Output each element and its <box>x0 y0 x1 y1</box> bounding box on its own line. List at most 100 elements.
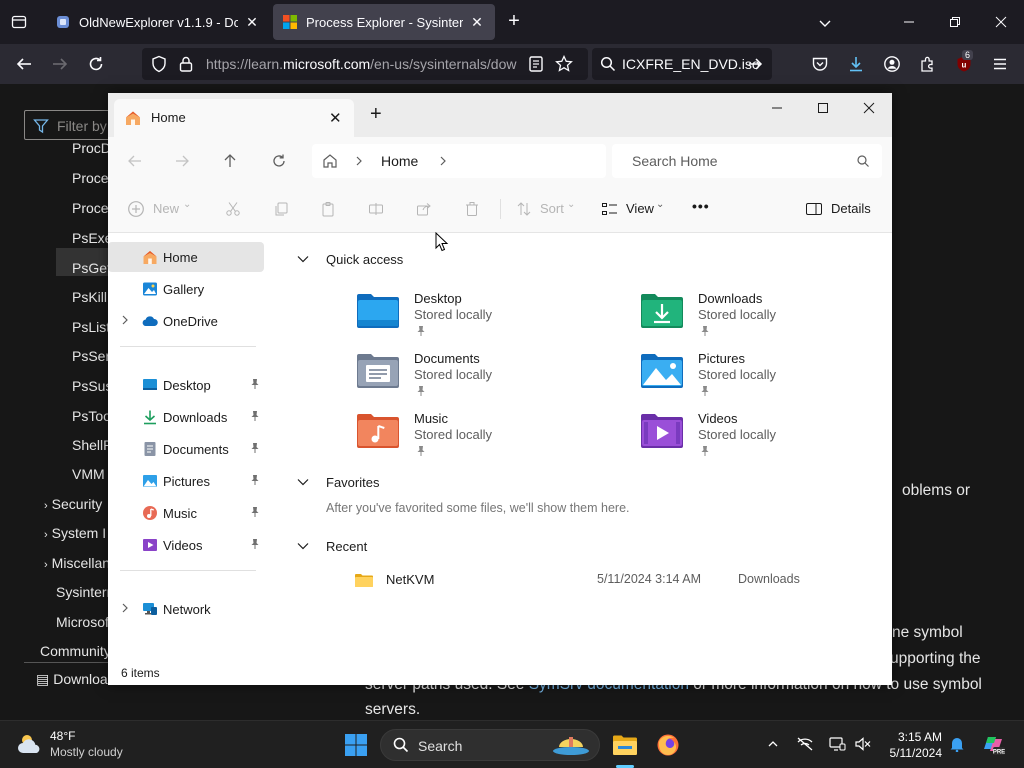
nav-item-network[interactable]: Network <box>108 594 264 624</box>
nav-item-home[interactable]: Home <box>108 242 264 272</box>
back-icon[interactable] <box>12 52 36 76</box>
nav-item-onedrive[interactable]: OneDrive <box>108 306 264 336</box>
chevron-down-icon[interactable] <box>296 539 310 553</box>
quick-access-videos[interactable]: Videos Stored locally <box>640 410 910 466</box>
pin-icon[interactable] <box>250 474 260 486</box>
recent-file-row[interactable]: NetKVM 5/11/2024 3:14 AM Downloads <box>326 570 866 590</box>
toc-group[interactable]: › System I <box>44 525 106 541</box>
notifications-bell-icon[interactable] <box>946 733 968 755</box>
share-icon[interactable] <box>414 199 434 219</box>
close-tab-icon[interactable]: ✕ <box>244 14 260 30</box>
toc-item[interactable]: PsToo <box>72 408 111 424</box>
browser-tab-process-explorer[interactable]: Process Explorer - Sysinternals ✕ <box>273 4 495 40</box>
menu-icon[interactable] <box>988 52 1012 76</box>
quick-access-downloads[interactable]: Downloads Stored locally <box>640 290 910 346</box>
nav-item-documents[interactable]: Documents <box>108 434 264 464</box>
quick-access-desktop[interactable]: Desktop Stored locally <box>356 290 626 346</box>
pin-icon[interactable] <box>250 442 260 454</box>
chevron-right-icon[interactable] <box>354 155 364 167</box>
chevron-down-icon[interactable] <box>296 475 310 489</box>
nav-item-downloads[interactable]: Downloads <box>108 402 264 432</box>
home-outline-icon[interactable] <box>322 153 338 169</box>
chevron-right-icon[interactable] <box>438 155 448 167</box>
close-window-icon[interactable] <box>978 0 1024 44</box>
pin-icon[interactable] <box>250 506 260 518</box>
pin-icon[interactable] <box>250 410 260 422</box>
pin-icon[interactable] <box>416 445 426 457</box>
toc-item[interactable]: Community <box>40 643 111 659</box>
reload-icon[interactable] <box>84 52 108 76</box>
chevron-right-icon[interactable] <box>120 602 130 614</box>
forward-icon[interactable] <box>48 52 72 76</box>
close-tab-icon[interactable]: ✕ <box>329 109 342 127</box>
copilot-icon[interactable]: PRE <box>980 731 1006 757</box>
nav-item-music[interactable]: Music <box>108 498 264 528</box>
pin-icon[interactable] <box>700 325 710 337</box>
download-pdf-link[interactable]: ▤ Downloa <box>36 671 108 688</box>
filter-input[interactable]: Filter by <box>24 110 114 140</box>
close-tab-icon[interactable]: ✕ <box>469 14 485 30</box>
toc-item[interactable]: Sysinterr <box>56 584 111 600</box>
restore-icon[interactable] <box>932 0 978 44</box>
nav-item-pictures[interactable]: Pictures <box>108 466 264 496</box>
pin-icon[interactable] <box>416 385 426 397</box>
cut-icon[interactable] <box>223 199 243 219</box>
sort-button[interactable]: Sort <box>540 201 564 216</box>
windows-start-icon[interactable] <box>340 729 372 761</box>
rename-icon[interactable] <box>366 199 386 219</box>
explorer-search-input[interactable]: Search Home <box>612 144 882 178</box>
file-explorer-taskbar-icon[interactable] <box>609 729 641 761</box>
browser-tab-oldnewexplorer[interactable]: OldNewExplorer v1.1.9 - Downl ✕ <box>46 4 270 40</box>
display-icon[interactable] <box>826 733 848 755</box>
pin-icon[interactable] <box>700 385 710 397</box>
toc-item[interactable]: PsKill <box>72 289 107 305</box>
nav-item-gallery[interactable]: Gallery <box>108 274 264 304</box>
firefox-icon[interactable] <box>652 729 684 761</box>
maximize-icon[interactable] <box>800 93 846 123</box>
pin-icon[interactable] <box>250 378 260 390</box>
toc-item[interactable]: VMM <box>72 466 105 482</box>
details-button[interactable]: Details <box>831 201 871 216</box>
chevron-up-icon[interactable] <box>762 733 784 755</box>
breadcrumb-home[interactable]: Home <box>381 153 418 169</box>
view-button[interactable]: View <box>626 201 654 216</box>
chevron-right-icon[interactable] <box>120 314 130 326</box>
bookmark-star-icon[interactable] <box>555 55 573 73</box>
close-window-icon[interactable] <box>846 93 892 123</box>
group-header-favorites[interactable]: Favorites <box>296 472 379 492</box>
address-bar[interactable]: Home <box>312 144 606 178</box>
sort-icon[interactable] <box>514 199 534 219</box>
more-options-button[interactable]: ••• <box>692 198 710 214</box>
toc-item[interactable]: PsSus <box>72 378 112 394</box>
new-button[interactable]: New <box>153 201 179 216</box>
chevron-down-icon[interactable] <box>296 252 310 266</box>
toc-group[interactable]: › Security <box>44 496 102 512</box>
tab-list-icon[interactable] <box>8 11 30 33</box>
explorer-tab-home[interactable]: Home ✕ <box>114 99 354 137</box>
group-header-recent[interactable]: Recent <box>296 536 367 556</box>
quick-access-pictures[interactable]: Pictures Stored locally <box>640 350 910 406</box>
toc-item[interactable]: PsExe <box>72 230 112 246</box>
pin-icon[interactable] <box>250 538 260 550</box>
downloads-icon[interactable] <box>844 52 868 76</box>
new-tab-icon[interactable]: + <box>503 11 525 33</box>
minimize-icon[interactable] <box>886 0 932 44</box>
toc-item[interactable]: Proce <box>72 200 109 216</box>
toc-item[interactable]: PsGet <box>72 260 111 276</box>
account-icon[interactable] <box>880 52 904 76</box>
toc-item[interactable]: Proce <box>72 170 109 186</box>
toc-group[interactable]: › Miscellan <box>44 555 110 571</box>
go-arrow-icon[interactable] <box>747 56 763 72</box>
taskbar-search[interactable]: Search <box>380 729 600 761</box>
pin-icon[interactable] <box>700 445 710 457</box>
refresh-icon[interactable] <box>268 150 290 172</box>
reader-view-icon[interactable] <box>528 55 544 73</box>
forward-icon[interactable] <box>171 150 193 172</box>
chevron-down-icon[interactable] <box>814 12 836 34</box>
view-icon[interactable] <box>600 199 620 219</box>
quick-access-documents[interactable]: Documents Stored locally <box>356 350 626 406</box>
nav-item-desktop[interactable]: Desktop <box>108 370 264 400</box>
url-bar[interactable]: https://learn.microsoft.com/en-us/sysint… <box>142 48 588 80</box>
group-header-quick-access[interactable]: Quick access <box>296 249 403 269</box>
volume-muted-icon[interactable] <box>852 733 874 755</box>
